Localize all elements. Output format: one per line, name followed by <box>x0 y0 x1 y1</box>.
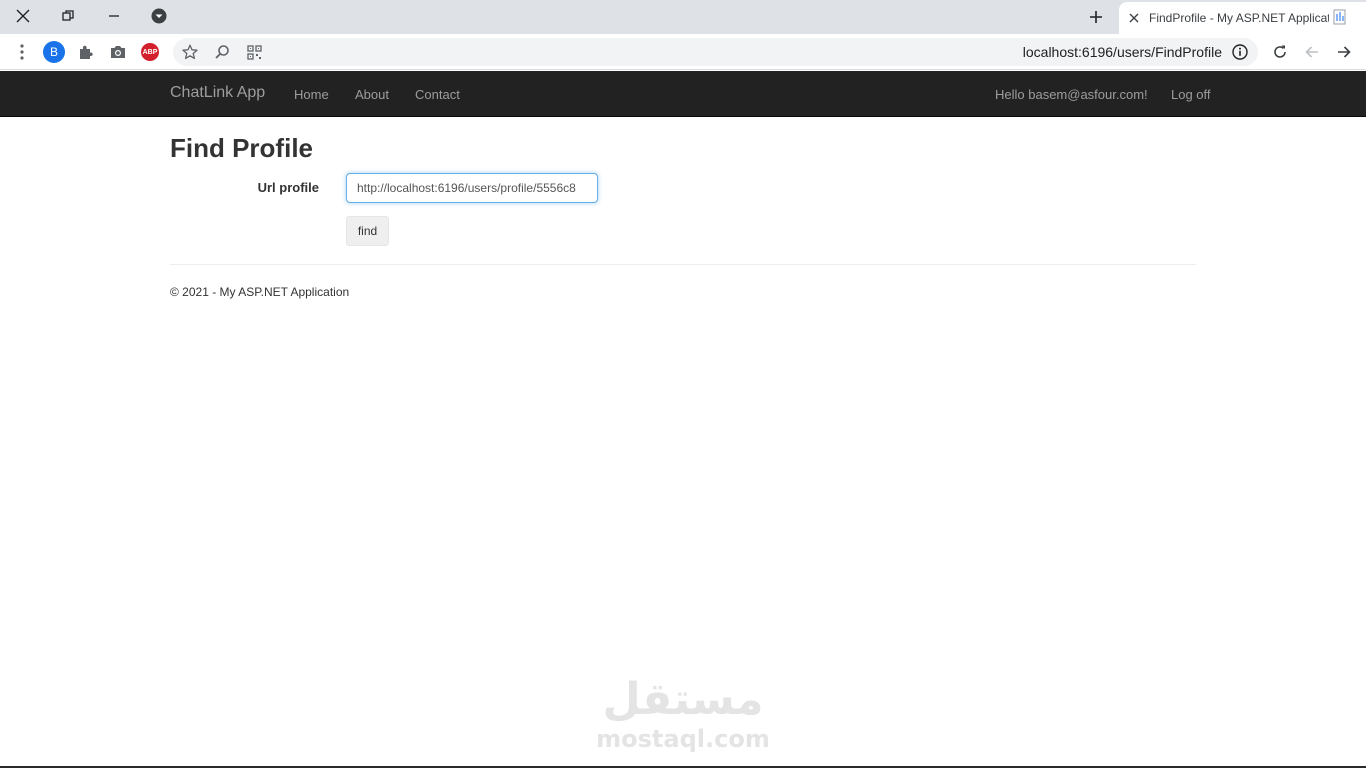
nav-link-contact[interactable]: Contact <box>415 87 460 102</box>
back-button[interactable] <box>1298 38 1326 66</box>
watermark: مستقل mostaql.com <box>590 672 776 752</box>
nav-logoff-link[interactable]: Log off <box>1171 87 1211 102</box>
nav-link-about[interactable]: About <box>355 87 389 102</box>
close-icon <box>16 9 30 23</box>
window-minimize-button[interactable] <box>91 0 137 32</box>
bookmark-star-button[interactable] <box>176 38 204 66</box>
restore-icon <box>62 10 74 21</box>
active-tab[interactable]: FindProfile - My ASP.NET Application <box>1119 2 1366 34</box>
camera-icon <box>111 46 125 58</box>
window-restore-button[interactable] <box>45 0 91 32</box>
extensions-button[interactable] <box>72 38 100 66</box>
puzzle-icon <box>80 45 93 59</box>
arrow-right-icon <box>1338 46 1351 58</box>
adblock-icon: ABP <box>141 43 159 61</box>
reload-icon <box>1274 45 1286 58</box>
address-url[interactable]: localhost:6196/users/FindProfile <box>1023 44 1222 60</box>
footer-copyright: © 2021 - My ASP.NET Application <box>170 285 350 299</box>
close-icon <box>1129 13 1139 23</box>
url-profile-input[interactable] <box>346 173 598 203</box>
page-title: Find Profile <box>170 133 313 163</box>
footer-divider <box>170 264 1196 265</box>
screenshot-extension-button[interactable] <box>104 38 132 66</box>
magnifier-icon <box>215 45 229 59</box>
nav-link-home[interactable]: Home <box>294 87 329 102</box>
new-tab-button[interactable] <box>1080 3 1112 31</box>
qr-code-button[interactable] <box>240 38 268 66</box>
reload-button[interactable] <box>1266 38 1294 66</box>
tab-search-button[interactable] <box>136 0 182 32</box>
browser-tab-strip: FindProfile - My ASP.NET Application <box>0 0 1366 34</box>
arrow-left-icon <box>1305 46 1318 58</box>
tab-title: FindProfile - My ASP.NET Application <box>1149 11 1329 25</box>
adblock-extension-button[interactable]: ABP <box>136 38 164 66</box>
browser-toolbar: B ABP localhost:6196/users/FindProfile <box>0 34 1366 70</box>
navbar-brand[interactable]: ChatLink App <box>170 84 265 102</box>
watermark-arabic: مستقل <box>602 674 764 725</box>
site-navbar: ChatLink App Home About Contact Hello ba… <box>0 71 1366 117</box>
profile-avatar: B <box>43 41 65 63</box>
window-close-button[interactable] <box>0 0 46 32</box>
info-icon[interactable] <box>1231 43 1249 61</box>
watermark-latin: mostaql.com <box>596 725 770 753</box>
zoom-button[interactable] <box>208 38 236 66</box>
star-icon <box>182 44 198 60</box>
chevron-down-circle-icon <box>151 8 167 24</box>
minimize-icon <box>109 15 119 17</box>
url-profile-label: Url profile <box>257 180 319 195</box>
address-bar[interactable]: localhost:6196/users/FindProfile <box>173 38 1258 66</box>
forward-button[interactable] <box>1330 38 1358 66</box>
tab-close-button[interactable] <box>1121 5 1147 31</box>
nav-user-greeting[interactable]: Hello basem@asfour.com! <box>995 87 1148 102</box>
plus-icon <box>1090 11 1102 23</box>
page-favicon-icon <box>1333 9 1346 25</box>
browser-menu-button[interactable] <box>8 38 36 66</box>
kebab-menu-icon <box>20 44 24 60</box>
profile-button[interactable]: B <box>40 38 68 66</box>
find-button[interactable]: find <box>346 216 389 246</box>
qr-code-icon <box>246 44 262 60</box>
